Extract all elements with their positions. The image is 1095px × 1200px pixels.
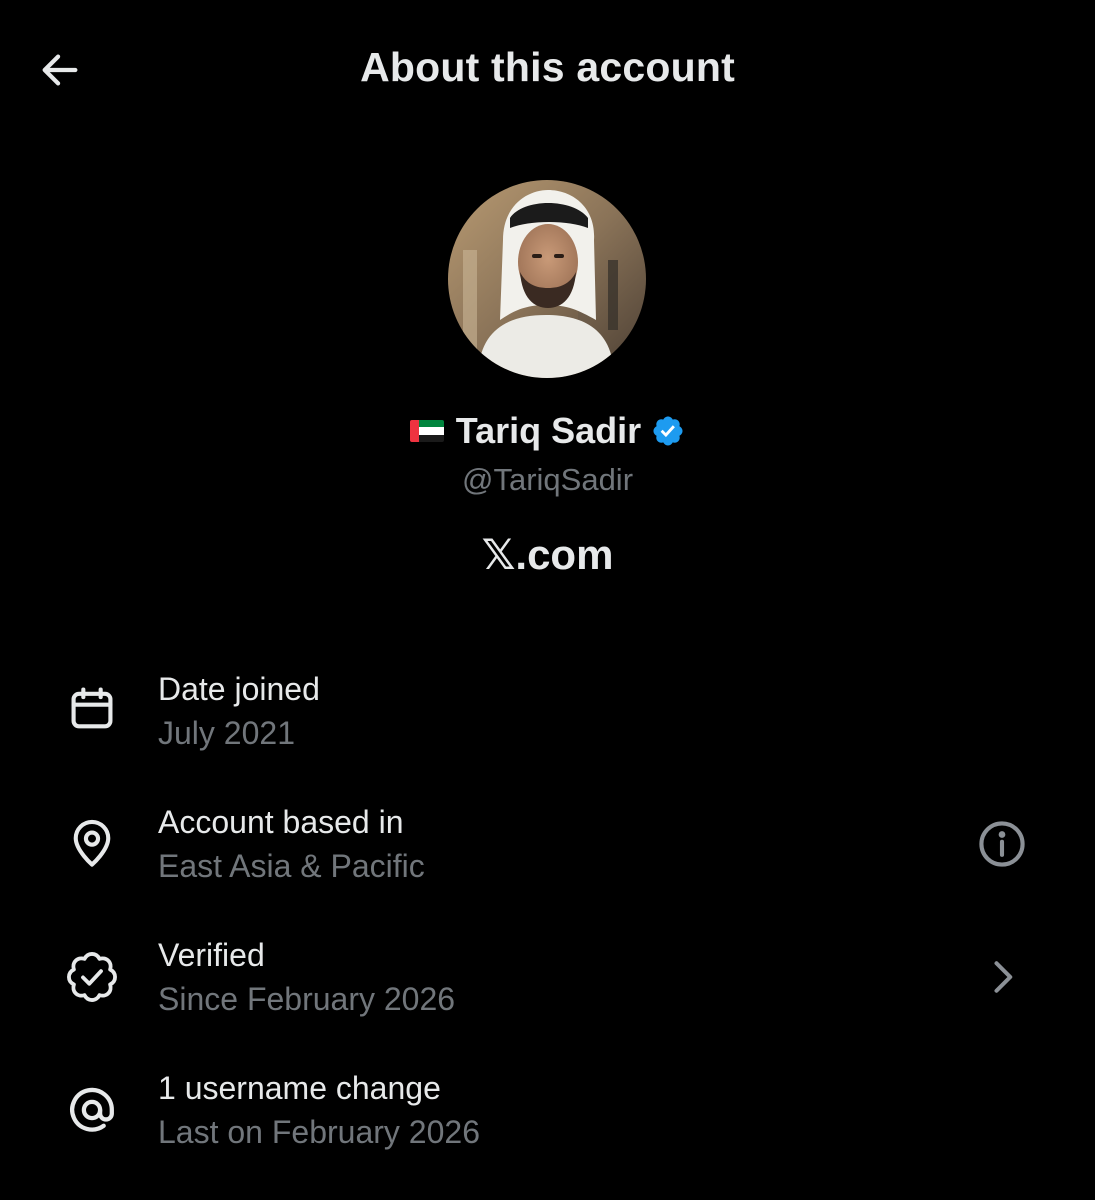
row-label: Account based in xyxy=(158,804,404,840)
info-icon xyxy=(979,821,1025,867)
username-change-row: 1 username change Last on February 2026 xyxy=(0,1064,1095,1174)
row-value: East Asia & Pacific xyxy=(158,848,425,884)
profile-name-row: Tariq Sadir xyxy=(0,410,1095,452)
info-button[interactable] xyxy=(970,812,1034,876)
page-title: About this account xyxy=(360,44,735,90)
location-pin-icon xyxy=(62,814,122,874)
chevron-right-icon xyxy=(994,961,1013,993)
date-joined-row: Date joined July 2021 xyxy=(0,665,1095,775)
account-handle: @TariqSadir xyxy=(461,462,634,497)
verified-outline-icon xyxy=(62,947,122,1007)
row-value: Last on February 2026 xyxy=(158,1114,480,1150)
avatar[interactable] xyxy=(448,180,646,378)
row-value: Since February 2026 xyxy=(158,981,456,1017)
at-sign-icon xyxy=(62,1080,122,1140)
display-name: Tariq Sadir xyxy=(455,410,642,451)
site-label: 𝕏.com xyxy=(481,531,614,578)
row-label: Verified xyxy=(158,937,265,973)
top-bar: About this account xyxy=(0,0,1095,140)
row-label: 1 username change xyxy=(158,1070,441,1106)
row-value: July 2021 xyxy=(158,715,295,751)
uae-flag-icon xyxy=(409,420,444,442)
row-label: Date joined xyxy=(158,671,320,707)
verified-details-button[interactable] xyxy=(970,945,1034,1009)
verified-row[interactable]: Verified Since February 2026 xyxy=(0,931,1095,1041)
calendar-icon xyxy=(62,679,122,739)
account-based-in-row: Account based in East Asia & Pacific xyxy=(0,798,1095,908)
verified-badge-icon[interactable] xyxy=(651,414,685,448)
